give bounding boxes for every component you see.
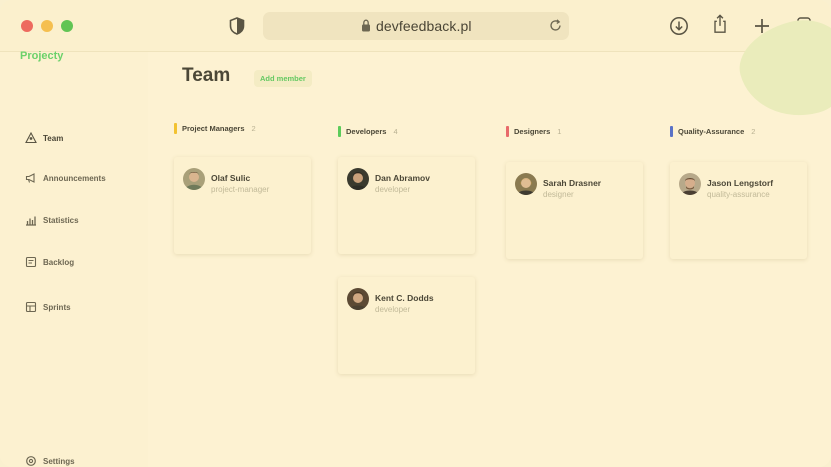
browser-toolbar: devfeedback.pl — [0, 0, 831, 52]
column-title: Designers — [514, 127, 551, 136]
main-content: Team Add member Project Managers 2 Devel… — [148, 9, 831, 467]
sidebar-item-label: Backlog — [43, 257, 75, 267]
member-role: developer — [375, 305, 411, 314]
column-header-quality-assurance: Quality-Assurance 2 — [670, 126, 755, 137]
sidebar-item-label: Announcements — [43, 173, 106, 183]
column-count: 4 — [393, 127, 398, 136]
column-count: 1 — [557, 127, 562, 136]
add-member-button[interactable]: Add member — [254, 70, 312, 87]
column-color-bar — [338, 126, 341, 137]
member-name: Jason Lengstorf — [707, 178, 774, 188]
member-card[interactable]: Sarah Drasner designer — [506, 162, 643, 259]
sidebar-item-settings[interactable]: Settings — [25, 453, 75, 467]
sidebar-item-statistics[interactable]: Statistics — [25, 212, 79, 228]
close-window-button[interactable] — [21, 20, 33, 32]
member-name: Kent C. Dodds — [375, 293, 434, 303]
statistics-icon — [26, 216, 36, 226]
url-text: devfeedback.pl — [376, 18, 472, 34]
member-role: quality-assurance — [707, 190, 770, 199]
share-icon[interactable] — [710, 14, 730, 34]
column-header-developers: Developers 4 — [338, 126, 398, 137]
minimize-window-button[interactable] — [41, 20, 53, 32]
member-role: designer — [543, 190, 574, 199]
backlog-icon — [25, 256, 37, 268]
member-card[interactable]: Jason Lengstorf quality-assurance — [670, 162, 807, 259]
member-role: developer — [375, 185, 411, 194]
avatar — [347, 168, 369, 190]
megaphone-icon — [25, 173, 35, 183]
column-count: 2 — [751, 127, 756, 136]
member-name: Sarah Drasner — [543, 178, 602, 188]
sidebar-item-label: Statistics — [43, 215, 79, 225]
shield-icon[interactable] — [229, 17, 245, 35]
column-title: Project Managers — [182, 124, 245, 133]
avatar — [347, 288, 369, 310]
sidebar-item-team[interactable]: Team — [25, 130, 63, 146]
member-name: Olaf Sulic — [211, 173, 251, 183]
sidebar-item-label: Sprints — [43, 302, 71, 312]
member-card[interactable]: Olaf Sulic project-manager — [174, 157, 311, 254]
download-icon[interactable] — [669, 16, 689, 36]
member-card[interactable]: Kent C. Dodds developer — [338, 277, 475, 374]
column-color-bar — [670, 126, 673, 137]
member-card[interactable]: Dan Abramov developer — [338, 157, 475, 254]
maximize-window-button[interactable] — [61, 20, 73, 32]
column-title: Developers — [346, 127, 387, 136]
member-name: Dan Abramov — [375, 173, 430, 183]
column-title: Quality-Assurance — [678, 127, 745, 136]
sidebar-item-label: Settings — [43, 456, 75, 466]
reload-icon[interactable] — [548, 18, 563, 33]
column-header-designers: Designers 1 — [506, 126, 561, 137]
team-icon — [25, 132, 37, 144]
column-color-bar — [174, 123, 177, 134]
gear-icon — [26, 456, 36, 466]
page-title: Team — [182, 65, 231, 86]
sidebar-item-label: Team — [43, 133, 64, 143]
brand-logo: Projecty — [20, 50, 64, 62]
column-count: 2 — [251, 124, 256, 133]
sidebar-item-backlog[interactable]: Backlog — [25, 254, 74, 270]
column-header-project-managers: Project Managers 2 — [174, 123, 256, 134]
avatar — [183, 168, 205, 190]
address-bar[interactable]: devfeedback.pl — [263, 12, 569, 40]
sprints-icon — [25, 301, 37, 313]
member-role: project-manager — [211, 185, 270, 194]
lock-icon — [362, 19, 370, 32]
sidebar: Projecty Team Announcements Statistics B… — [0, 50, 148, 467]
column-color-bar — [506, 126, 509, 137]
sidebar-item-sprints[interactable]: Sprints — [25, 299, 71, 315]
avatar — [679, 173, 701, 195]
sidebar-item-announcements[interactable]: Announcements — [25, 170, 106, 186]
avatar — [515, 173, 537, 195]
browser-window: devfeedback.pl Projecty Team Announcemen… — [0, 0, 831, 467]
